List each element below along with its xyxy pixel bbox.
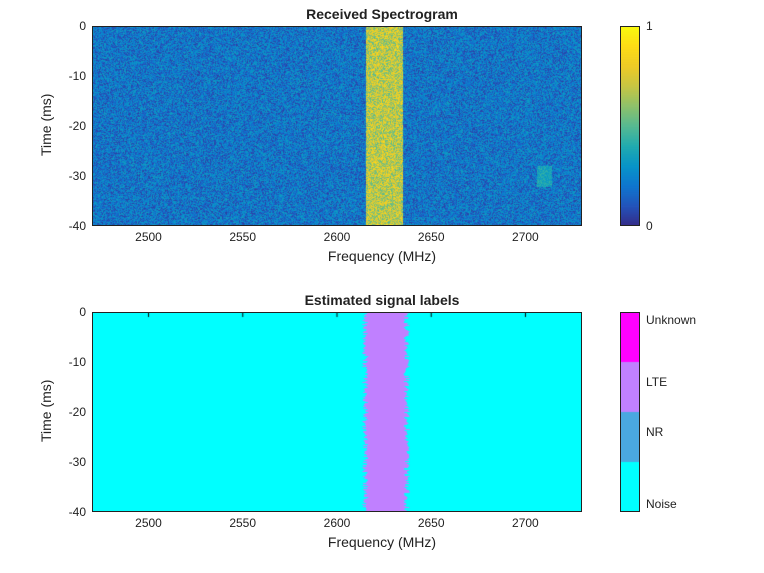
- labels-xtick: 2700: [512, 516, 539, 530]
- labels-ytick: -10: [56, 355, 86, 369]
- spectrogram-ytick: -20: [56, 119, 86, 133]
- spectrogram-ytick: -10: [56, 69, 86, 83]
- spectrogram-cbar-tick: 1: [646, 19, 653, 33]
- labels-cbar-label-unknown: Unknown: [646, 313, 696, 327]
- labels-ylabel: Time (ms): [38, 380, 54, 442]
- labels-cbar-label-nr: NR: [646, 425, 663, 439]
- labels-xlabel: Frequency (MHz): [0, 534, 764, 550]
- spectrogram-colorbar: [620, 26, 640, 226]
- spectrogram-ytick: -30: [56, 169, 86, 183]
- spectrogram-xtick: 2550: [229, 230, 256, 244]
- spectrogram-image: [92, 26, 582, 226]
- spectrogram-ylabel: Time (ms): [38, 94, 54, 156]
- labels-ytick: 0: [56, 305, 86, 319]
- labels-ytick: -30: [56, 455, 86, 469]
- spectrogram-xtick: 2700: [512, 230, 539, 244]
- labels-cbar-label-lte: LTE: [646, 375, 667, 389]
- spectrogram-cbar-tick: 0: [646, 219, 653, 233]
- labels-image: [92, 312, 582, 512]
- labels-colorbar: [620, 312, 640, 512]
- labels-panel: Estimated signal labels 0 -10 -20 -30 -4…: [0, 286, 764, 573]
- labels-ytick: -20: [56, 405, 86, 419]
- labels-cbar-label-noise: Noise: [646, 497, 677, 511]
- spectrogram-xlabel: Frequency (MHz): [0, 248, 764, 264]
- spectrogram-panel: Received Spectrogram 0 -10 -20 -30 -40 2…: [0, 0, 764, 286]
- labels-ytick: -40: [56, 505, 86, 519]
- labels-xtick: 2500: [135, 516, 162, 530]
- spectrogram-ytick: -40: [56, 219, 86, 233]
- labels-xtick: 2650: [418, 516, 445, 530]
- spectrogram-ytick: 0: [56, 19, 86, 33]
- labels-xtick: 2600: [324, 516, 351, 530]
- labels-title: Estimated signal labels: [0, 292, 764, 308]
- spectrogram-xtick: 2500: [135, 230, 162, 244]
- spectrogram-xtick: 2650: [418, 230, 445, 244]
- labels-xtick: 2550: [229, 516, 256, 530]
- spectrogram-xtick: 2600: [324, 230, 351, 244]
